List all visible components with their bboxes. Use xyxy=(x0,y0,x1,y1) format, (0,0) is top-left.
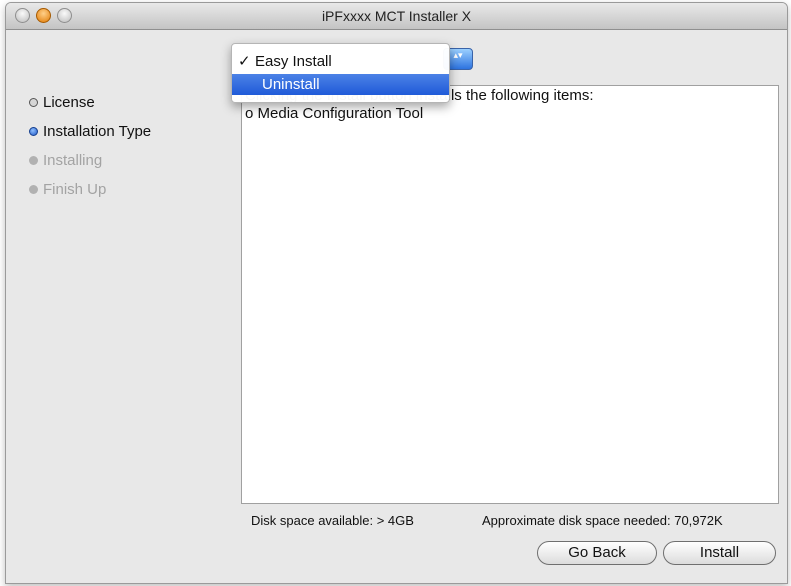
step-label: Finish Up xyxy=(43,181,107,198)
step-license: License xyxy=(29,88,151,117)
disk-space-available: Disk space available: > 4GB xyxy=(251,513,414,528)
menu-item-label: Uninstall xyxy=(262,76,320,93)
installer-window: iPFxxxx MCT Installer X License Installa… xyxy=(5,2,788,584)
step-pending-icon xyxy=(29,156,38,165)
steps-list: License Installation Type Installing Fin… xyxy=(29,88,151,204)
step-done-icon xyxy=(29,98,38,107)
checkmark-icon: ✓ xyxy=(238,53,251,70)
step-installation-type: Installation Type xyxy=(29,117,151,146)
menu-item-easy-install[interactable]: ✓ Easy Install xyxy=(232,51,449,72)
disk-space-needed: Approximate disk space needed: 70,972K xyxy=(482,513,723,528)
step-installing: Installing xyxy=(29,146,151,175)
step-label: Installing xyxy=(43,152,103,169)
go-back-button[interactable]: Go Back xyxy=(537,541,657,565)
install-type-menu: ✓ Easy Install Uninstall xyxy=(231,43,450,103)
step-label: License xyxy=(43,94,95,111)
menu-item-uninstall[interactable]: Uninstall xyxy=(232,74,449,95)
menu-item-label: Easy Install xyxy=(255,53,332,70)
step-pending-icon xyxy=(29,185,38,194)
step-finish-up: Finish Up xyxy=(29,175,151,204)
install-description-panel: Clicking the Install button installs the… xyxy=(241,85,779,504)
step-current-icon xyxy=(29,127,38,136)
title-bar[interactable]: iPFxxxx MCT Installer X xyxy=(6,3,787,30)
window-title: iPFxxxx MCT Installer X xyxy=(321,8,472,24)
install-button[interactable]: Install xyxy=(663,541,776,565)
step-label: Installation Type xyxy=(43,123,152,140)
description-item: o Media Configuration Tool xyxy=(245,105,424,122)
